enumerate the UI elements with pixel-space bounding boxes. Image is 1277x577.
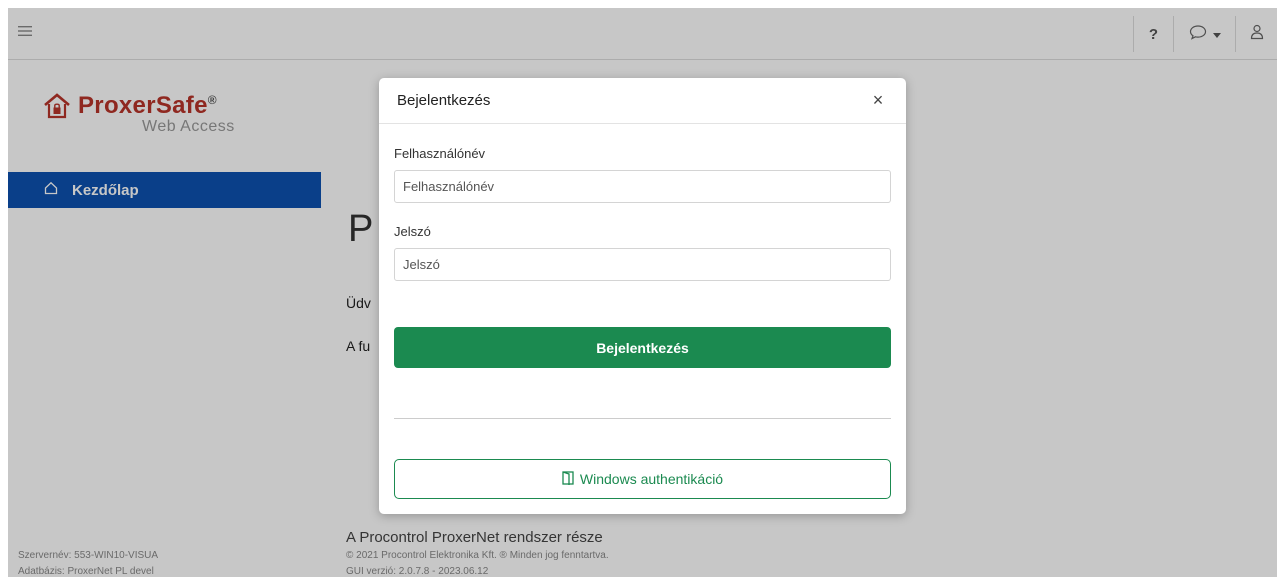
windows-auth-label: Windows authentikáció bbox=[579, 471, 724, 487]
login-button[interactable]: Bejelentkezés bbox=[394, 327, 891, 368]
login-dialog: Bejelentkezés × Felhasználónév Jelszó Be… bbox=[379, 78, 906, 514]
username-input[interactable] bbox=[394, 170, 891, 203]
username-label: Felhasználónév bbox=[394, 146, 486, 161]
password-input[interactable] bbox=[394, 248, 891, 281]
dialog-divider bbox=[394, 418, 891, 419]
windows-auth-button[interactable]: Windows authentikáció bbox=[394, 459, 891, 499]
windows-door-icon bbox=[562, 470, 574, 488]
dialog-title: Bejelentkezés bbox=[397, 92, 491, 109]
dialog-header: Bejelentkezés × bbox=[379, 78, 906, 124]
close-icon[interactable]: × bbox=[868, 90, 888, 111]
app-window: ? ProxerSafe® Web Access Kezdőlap P Üdv … bbox=[8, 8, 1277, 577]
password-label: Jelszó bbox=[394, 224, 431, 239]
